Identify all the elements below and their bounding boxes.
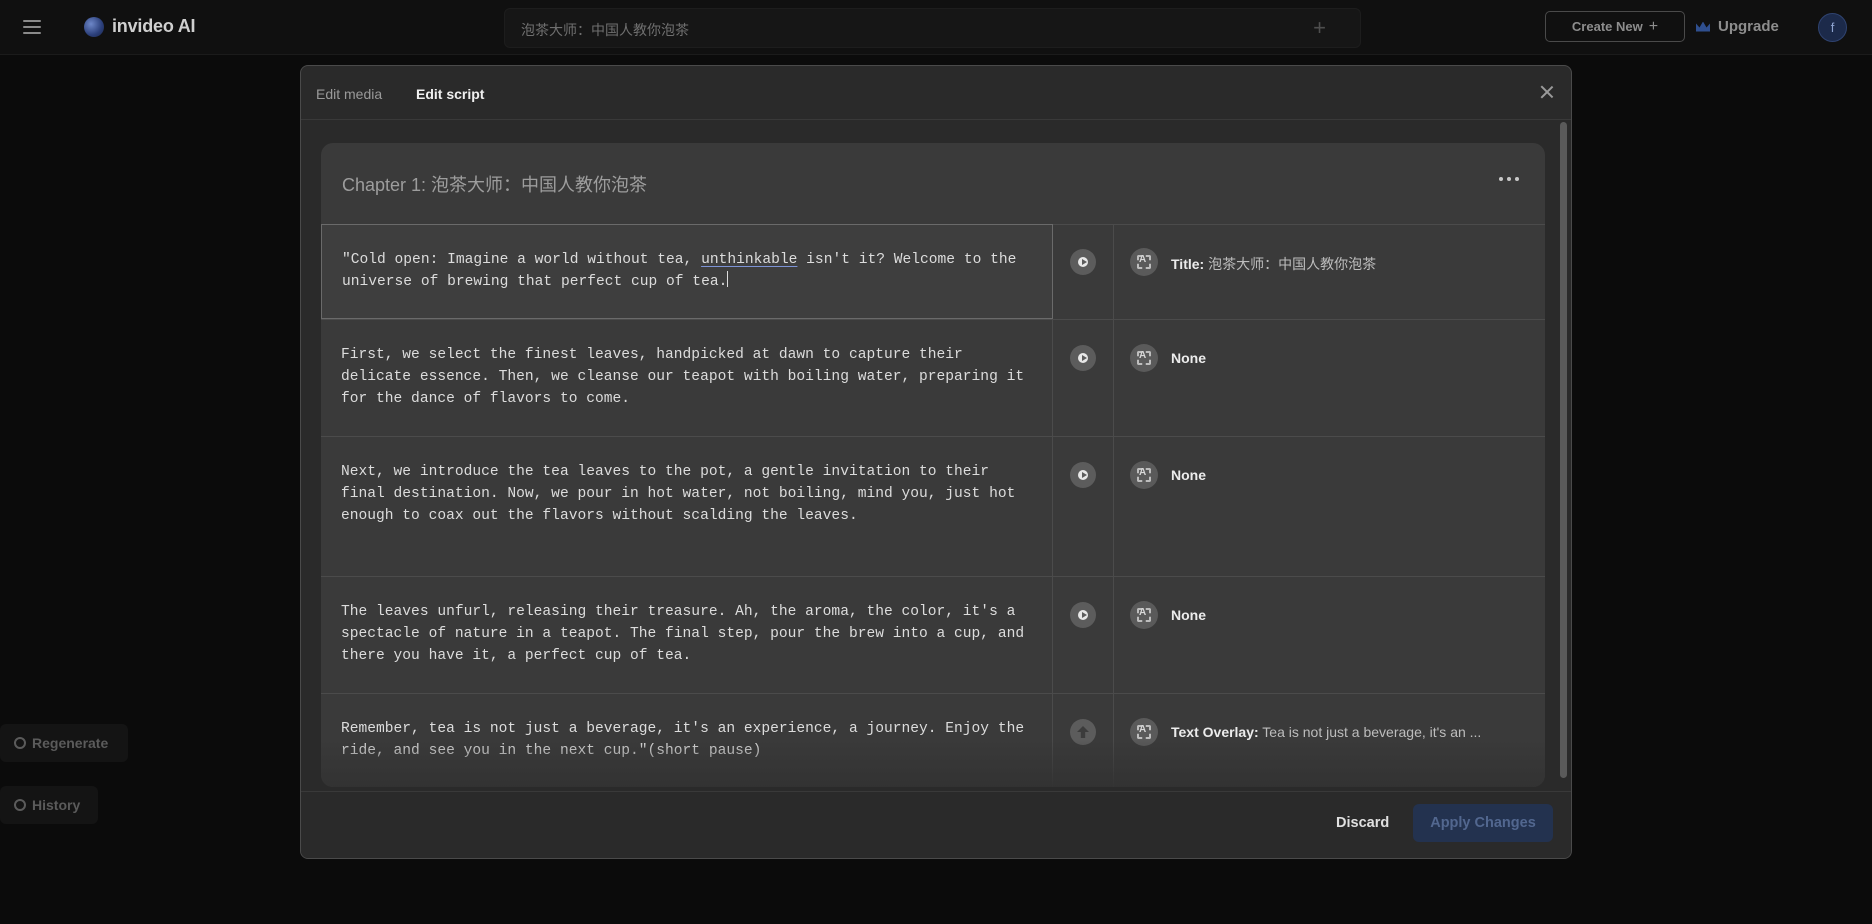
- media-label: None: [1171, 467, 1206, 483]
- media-cell[interactable]: None: [1114, 320, 1545, 436]
- script-row: The leaves unfurl, releasing their treas…: [321, 577, 1545, 694]
- upload-arrow-icon[interactable]: [1070, 719, 1096, 745]
- script-text[interactable]: The leaves unfurl, releasing their treas…: [341, 601, 1031, 667]
- tab-edit-media[interactable]: Edit media: [316, 86, 382, 102]
- media-value: Tea is not just a beverage, it's an ...: [1258, 724, 1482, 740]
- create-new-label: Create New: [1571, 19, 1643, 34]
- apply-changes-button[interactable]: Apply Changes: [1413, 804, 1553, 842]
- spellcheck-word[interactable]: unthinkable: [701, 252, 797, 268]
- hamburger-menu-icon[interactable]: [20, 15, 44, 39]
- plus-icon: +: [1648, 17, 1659, 35]
- script-text-cell[interactable]: Next, we introduce the tea leaves to the…: [321, 437, 1053, 576]
- script-row: "Cold open: Imagine a world without tea,…: [321, 224, 1545, 320]
- upgrade-label: Upgrade: [1718, 18, 1779, 35]
- script-row: First, we select the finest leaves, hand…: [321, 320, 1545, 437]
- script-row: Next, we introduce the tea leaves to the…: [321, 437, 1545, 577]
- more-options-icon[interactable]: [1495, 173, 1523, 185]
- media-text-icon[interactable]: [1130, 718, 1158, 746]
- tab-edit-script[interactable]: Edit script: [416, 86, 484, 102]
- top-bar: invideo AI 泡茶大师：中国人教你泡茶 + Create New + U…: [0, 0, 1872, 55]
- media-cell[interactable]: Text Overlay: Tea is not just a beverage…: [1114, 694, 1545, 787]
- project-title-text: 泡茶大师：中国人教你泡茶: [521, 22, 689, 38]
- chapter-title: Chapter 1: 泡茶大师：中国人教你泡茶: [342, 175, 648, 195]
- text-cursor: [727, 271, 729, 287]
- play-icon[interactable]: [1070, 345, 1096, 371]
- edit-dialog: Edit media Edit script Chapter 1: 泡茶大师：中…: [300, 65, 1572, 859]
- script-row: Remember, tea is not just a beverage, it…: [321, 694, 1545, 787]
- app-name: invideo AI: [112, 16, 196, 36]
- script-text-cell[interactable]: First, we select the finest leaves, hand…: [321, 320, 1053, 436]
- plus-icon[interactable]: +: [1313, 15, 1326, 41]
- script-text[interactable]: Remember, tea is not just a beverage, it…: [341, 718, 1031, 762]
- avatar[interactable]: f: [1818, 13, 1847, 42]
- create-new-button[interactable]: Create New +: [1545, 11, 1685, 42]
- script-text-cell[interactable]: The leaves unfurl, releasing their treas…: [321, 577, 1053, 693]
- media-text-icon[interactable]: [1130, 601, 1158, 629]
- scrollbar[interactable]: [1560, 120, 1568, 840]
- media-label: None: [1171, 607, 1206, 623]
- play-cell: [1053, 694, 1114, 787]
- scrollbar-thumb[interactable]: [1560, 122, 1567, 778]
- refresh-icon: [14, 737, 26, 749]
- media-label: Title: 泡茶大师：中国人教你泡茶: [1171, 254, 1376, 274]
- media-value: 泡茶大师：中国人教你泡茶: [1204, 256, 1377, 272]
- script-text[interactable]: Next, we introduce the tea leaves to the…: [341, 461, 1031, 527]
- play-cell: [1053, 224, 1114, 319]
- media-text-icon[interactable]: [1130, 461, 1158, 489]
- upgrade-button[interactable]: Upgrade: [1696, 18, 1779, 35]
- dialog-footer: Discard Apply Changes: [301, 791, 1571, 858]
- close-icon[interactable]: [1537, 82, 1557, 102]
- media-cell[interactable]: None: [1114, 577, 1545, 693]
- chapter-header: Chapter 1: 泡茶大师：中国人教你泡茶: [321, 143, 1545, 225]
- media-type: Text Overlay:: [1171, 724, 1259, 740]
- chapter-card: Chapter 1: 泡茶大师：中国人教你泡茶 "Cold open: Imag…: [321, 143, 1545, 787]
- media-type: None: [1171, 607, 1206, 623]
- dialog-tabs: Edit media Edit script: [301, 66, 1571, 120]
- script-text[interactable]: First, we select the finest leaves, hand…: [341, 344, 1031, 410]
- media-text-icon[interactable]: [1130, 248, 1158, 276]
- media-cell[interactable]: None: [1114, 437, 1545, 576]
- media-type: None: [1171, 467, 1206, 483]
- script-text-editor[interactable]: "Cold open: Imagine a world without tea,…: [342, 249, 1032, 293]
- media-text-icon[interactable]: [1130, 344, 1158, 372]
- play-icon[interactable]: [1070, 602, 1096, 628]
- regenerate-button[interactable]: Regenerate: [0, 724, 128, 762]
- history-button[interactable]: History: [0, 786, 98, 824]
- media-label: Text Overlay: Tea is not just a beverage…: [1171, 724, 1481, 740]
- play-cell: [1053, 320, 1114, 436]
- script-text-cell[interactable]: Remember, tea is not just a beverage, it…: [321, 694, 1053, 787]
- script-text: "Cold open: Imagine a world without tea,: [342, 252, 702, 268]
- play-icon[interactable]: [1070, 249, 1096, 275]
- logo-globe-icon: [84, 16, 104, 37]
- media-type: Title:: [1171, 256, 1205, 272]
- discard-button[interactable]: Discard: [1336, 815, 1389, 831]
- play-cell: [1053, 437, 1114, 576]
- clock-icon: [14, 799, 26, 811]
- play-cell: [1053, 577, 1114, 693]
- history-label: History: [32, 797, 81, 813]
- app-logo[interactable]: invideo AI: [84, 16, 196, 37]
- play-icon[interactable]: [1070, 462, 1096, 488]
- media-type: None: [1171, 350, 1206, 366]
- project-title-bar[interactable]: 泡茶大师：中国人教你泡茶 +: [504, 8, 1361, 48]
- regenerate-label: Regenerate: [32, 735, 109, 751]
- media-label: None: [1171, 350, 1206, 366]
- media-cell[interactable]: Title: 泡茶大师：中国人教你泡茶: [1114, 224, 1545, 319]
- crown-icon: [1696, 21, 1710, 32]
- script-text-cell[interactable]: "Cold open: Imagine a world without tea,…: [321, 224, 1053, 319]
